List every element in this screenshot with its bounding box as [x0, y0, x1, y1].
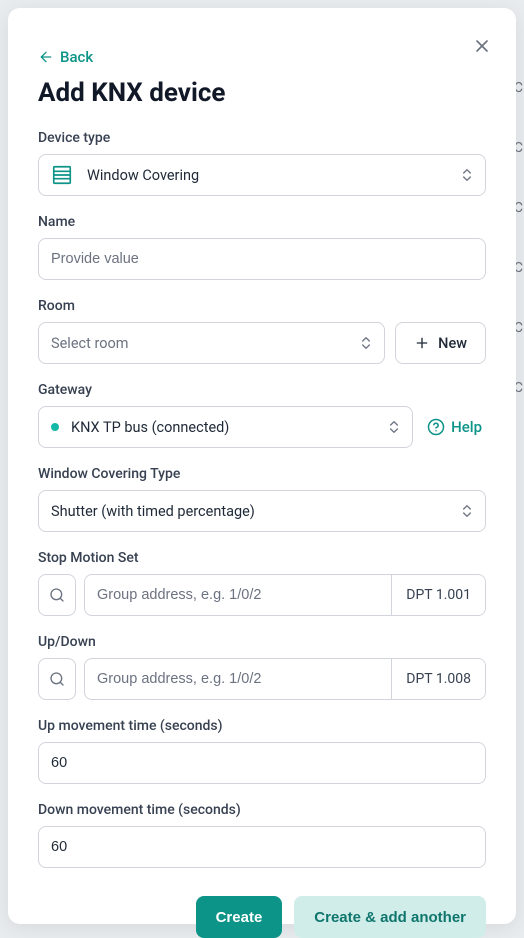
- plus-icon: [414, 335, 430, 351]
- up-time-input[interactable]: [51, 743, 473, 783]
- stop-motion-group-wrap: DPT 1.001: [84, 574, 486, 616]
- search-icon: [49, 671, 65, 687]
- chevron-up-down-icon: [459, 503, 475, 519]
- name-input-wrap: [38, 238, 486, 280]
- up-down-label: Up/Down: [38, 634, 486, 650]
- room-label: Room: [38, 298, 486, 314]
- back-label: Back: [60, 48, 93, 66]
- chevron-up-down-icon: [386, 419, 402, 435]
- name-input[interactable]: [51, 239, 473, 279]
- device-type-label: Device type: [38, 130, 486, 146]
- covering-type-select[interactable]: Shutter (with timed percentage): [38, 490, 486, 532]
- stop-motion-field: Stop Motion Set DPT 1.001: [38, 550, 486, 616]
- down-time-input[interactable]: [51, 827, 473, 867]
- close-icon: [472, 36, 492, 56]
- stop-motion-input[interactable]: [85, 575, 391, 615]
- window-covering-icon: [51, 164, 73, 186]
- gateway-value: KNX TP bus (connected): [71, 419, 229, 436]
- search-icon: [49, 587, 65, 603]
- device-type-select[interactable]: Window Covering: [38, 154, 486, 196]
- page-title: Add KNX device: [38, 78, 486, 108]
- room-placeholder: Select room: [51, 335, 128, 352]
- arrow-left-icon: [38, 49, 54, 65]
- down-time-input-wrap: [38, 826, 486, 868]
- up-down-dpt: DPT 1.008: [391, 659, 485, 699]
- up-down-group-wrap: DPT 1.008: [84, 658, 486, 700]
- help-label: Help: [451, 418, 482, 436]
- close-button[interactable]: [472, 36, 492, 56]
- up-down-field: Up/Down DPT 1.008: [38, 634, 486, 700]
- new-room-button[interactable]: New: [395, 322, 486, 364]
- up-down-search-button[interactable]: [38, 658, 76, 700]
- help-icon: [427, 418, 445, 436]
- stop-motion-dpt: DPT 1.001: [391, 575, 485, 615]
- device-type-field: Device type Window Covering: [38, 130, 486, 196]
- name-field: Name: [38, 214, 486, 280]
- stop-motion-label: Stop Motion Set: [38, 550, 486, 566]
- new-room-label: New: [438, 335, 467, 352]
- gateway-select[interactable]: KNX TP bus (connected): [38, 406, 413, 448]
- chevron-up-down-icon: [358, 335, 374, 351]
- down-time-label: Down movement time (seconds): [38, 802, 486, 818]
- covering-type-field: Window Covering Type Shutter (with timed…: [38, 466, 486, 532]
- chevron-up-down-icon: [459, 167, 475, 183]
- room-select[interactable]: Select room: [38, 322, 385, 364]
- gateway-field: Gateway KNX TP bus (connected) Help: [38, 382, 486, 448]
- name-label: Name: [38, 214, 486, 230]
- up-down-input[interactable]: [85, 659, 391, 699]
- covering-type-value: Shutter (with timed percentage): [51, 503, 255, 520]
- up-time-label: Up movement time (seconds): [38, 718, 486, 734]
- up-time-field: Up movement time (seconds): [38, 718, 486, 784]
- covering-type-label: Window Covering Type: [38, 466, 486, 482]
- room-field: Room Select room New: [38, 298, 486, 364]
- up-time-input-wrap: [38, 742, 486, 784]
- device-type-value: Window Covering: [87, 167, 199, 184]
- stop-motion-search-button[interactable]: [38, 574, 76, 616]
- help-link[interactable]: Help: [423, 406, 486, 448]
- add-device-modal: Back Add KNX device Device type Window C…: [8, 8, 516, 924]
- back-link[interactable]: Back: [38, 48, 93, 66]
- down-time-field: Down movement time (seconds): [38, 802, 486, 868]
- status-dot-icon: [51, 423, 59, 431]
- gateway-label: Gateway: [38, 382, 486, 398]
